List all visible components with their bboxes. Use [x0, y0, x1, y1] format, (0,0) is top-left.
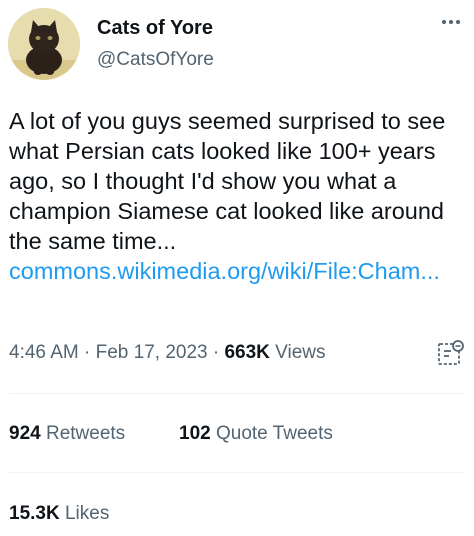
retweets-stat[interactable]: 924 Retweets [9, 423, 125, 445]
tweet-meta: 4:46 AM · Feb 17, 2023 · 663K Views [9, 342, 326, 364]
retweets-count: 924 [9, 423, 41, 444]
views-label: Views [269, 342, 326, 363]
divider [9, 472, 465, 473]
retweets-label: Retweets [40, 423, 126, 444]
tweet-date[interactable]: Feb 17, 2023 [96, 342, 208, 363]
quote-tweets-stat[interactable]: 102 Quote Tweets [179, 423, 333, 445]
user-handle[interactable]: @CatsOfYore [97, 49, 214, 71]
avatar[interactable] [8, 8, 80, 80]
meta-separator: · [78, 342, 96, 363]
quote-tweets-label: Quote Tweets [210, 423, 333, 444]
tweet-time[interactable]: 4:46 AM [9, 342, 79, 363]
tweet-body: A lot of you guys seemed surprised to se… [9, 108, 446, 254]
quote-tweets-count: 102 [179, 423, 211, 444]
meta-separator: · [207, 342, 225, 363]
likes-stat[interactable]: 15.3K Likes [9, 503, 109, 525]
analytics-icon [438, 340, 464, 365]
divider [9, 393, 465, 394]
likes-label: Likes [59, 503, 110, 524]
analytics-button[interactable] [435, 337, 467, 369]
display-name[interactable]: Cats of Yore [97, 17, 213, 40]
tweet-text: A lot of you guys seemed surprised to se… [9, 106, 467, 286]
more-options-icon [442, 20, 460, 24]
likes-count: 15.3K [9, 503, 60, 524]
more-options-button[interactable] [436, 10, 466, 34]
cat-avatar-image [8, 8, 80, 80]
views-count: 663K [224, 342, 270, 363]
tweet-link[interactable]: commons.wikimedia.org/wiki/File:Cham... [9, 258, 440, 284]
